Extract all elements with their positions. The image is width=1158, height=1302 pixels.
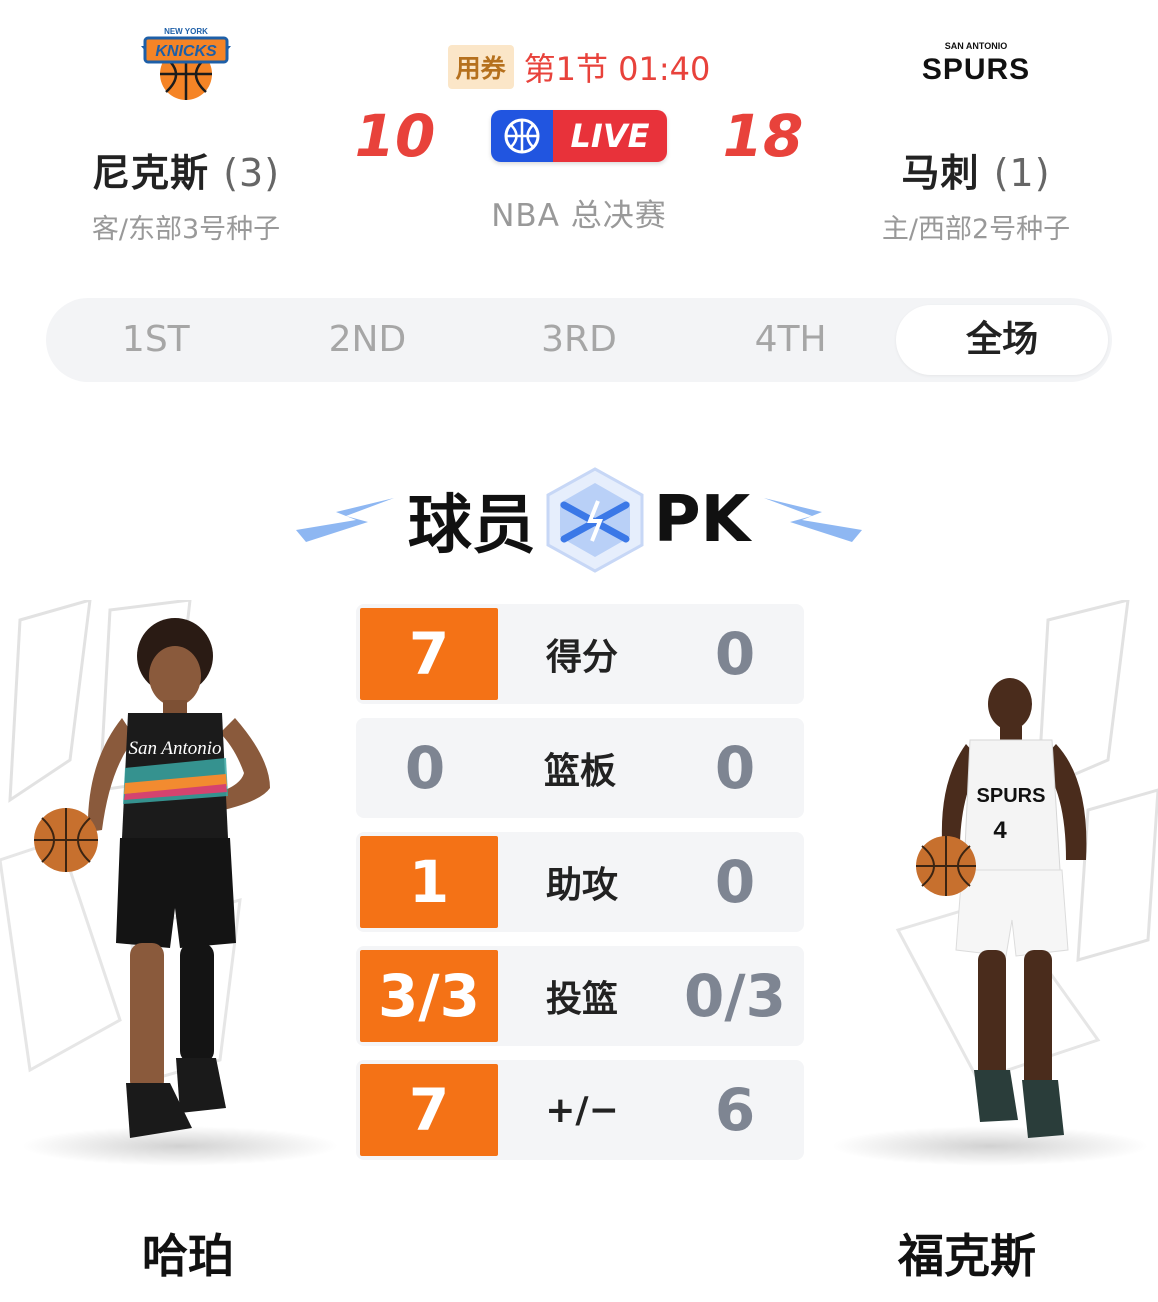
away-team[interactable]: KNICKS NEW YORK 尼克斯 (3) 客/东部3号种子: [56, 0, 316, 246]
stat-row-plus-minus[interactable]: 7 +/− 6: [356, 1060, 804, 1160]
pk-title-left: 球员: [407, 489, 536, 563]
jersey-text: San Antonio: [128, 738, 221, 759]
knicks-logo-icon: KNICKS NEW YORK: [56, 0, 316, 130]
away-team-seed: 客/东部3号种子: [91, 214, 281, 245]
stats-comparison: 7 得分 0 0 篮板 0 1 助攻 0 3/3 投篮 0/3 7 +/− 6: [356, 604, 804, 1174]
tab-4th[interactable]: 4TH: [685, 305, 897, 375]
right-stat-value: 0: [714, 848, 756, 916]
jersey-number: 4: [993, 817, 1007, 844]
stat-row-field-goals[interactable]: 3/3 投篮 0/3: [356, 946, 804, 1046]
lightning-icon: [764, 498, 863, 542]
live-button[interactable]: LIVE: [490, 110, 668, 162]
basketball-icon: [490, 110, 553, 162]
spurs-logo-icon: SAN ANTONIO SPURS: [846, 0, 1106, 130]
pk-title-right: PK: [653, 483, 751, 557]
stat-row-rebounds[interactable]: 0 篮板 0: [356, 718, 804, 818]
competition-name: NBA 总决赛: [491, 198, 667, 234]
player-left-photo: San Antonio: [34, 618, 270, 1138]
right-stat-value: 0: [714, 734, 756, 802]
left-stat-value: 7: [360, 608, 498, 700]
player-pk-title: 球员 PK: [0, 460, 1158, 580]
away-team-name: 尼克斯 (3): [91, 151, 281, 195]
jersey-text: SPURS: [977, 785, 1046, 807]
home-team-name: 马刺 (1): [901, 151, 1051, 195]
tab-3rd[interactable]: 3RD: [473, 305, 685, 375]
player-right-name[interactable]: 福克斯: [898, 1220, 1036, 1286]
svg-text:SAN ANTONIO: SAN ANTONIO: [945, 41, 1008, 51]
tab-full-game[interactable]: 全场: [896, 305, 1108, 375]
live-label: LIVE: [552, 110, 668, 162]
tab-2nd[interactable]: 2ND: [262, 305, 474, 375]
period-tabs: 1ST 2ND 3RD 4TH 全场: [46, 298, 1112, 382]
stat-label: 助攻: [545, 865, 618, 906]
home-team-seed: 主/西部2号种子: [881, 214, 1071, 245]
lightning-icon: [295, 498, 394, 542]
stat-label: +/−: [545, 1089, 619, 1131]
svg-text:NEW YORK: NEW YORK: [164, 27, 208, 36]
right-stat-value: 6: [714, 1076, 756, 1144]
vs-icon: [546, 467, 644, 573]
stat-label: 得分: [545, 637, 618, 678]
right-stat-value: 0: [714, 620, 756, 688]
svg-text:KNICKS: KNICKS: [155, 43, 217, 60]
home-team[interactable]: SAN ANTONIO SPURS 马刺 (1) 主/西部2号种子: [846, 0, 1106, 246]
scoreboard: 用券 第1节 01:40 10 LIVE 18 NBA 总决赛: [340, 44, 818, 235]
svg-text:SPURS: SPURS: [922, 53, 1030, 86]
stat-row-assists[interactable]: 1 助攻 0: [356, 832, 804, 932]
stat-row-points[interactable]: 7 得分 0: [356, 604, 804, 704]
right-stat-value: 0/3: [684, 962, 786, 1030]
left-stat-value: 0: [404, 734, 446, 802]
away-score: 10: [354, 102, 436, 170]
home-score: 18: [722, 102, 804, 170]
tab-1st[interactable]: 1ST: [50, 305, 262, 375]
stat-label: 投篮: [545, 979, 618, 1020]
period-clock: 第1节 01:40: [523, 50, 711, 88]
coupon-badge[interactable]: 用券: [447, 45, 514, 89]
player-left-name[interactable]: 哈珀: [142, 1220, 234, 1286]
left-stat-value: 3/3: [360, 950, 498, 1042]
left-stat-value: 7: [360, 1064, 498, 1156]
player-right-photo: SPURS 4: [916, 678, 1087, 1138]
stat-label: 篮板: [543, 751, 616, 792]
left-stat-value: 1: [360, 836, 498, 928]
